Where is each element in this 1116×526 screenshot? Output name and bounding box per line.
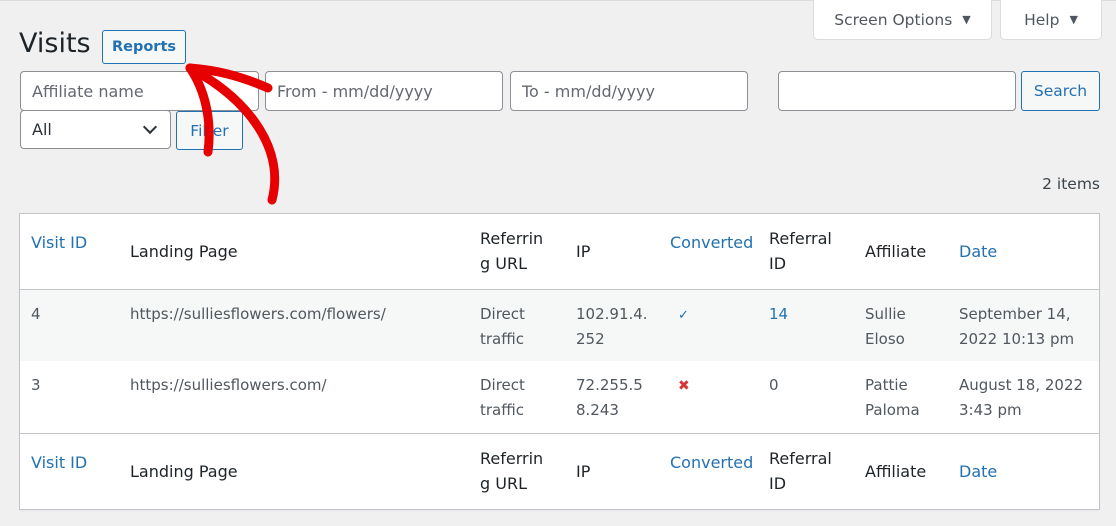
column-converted[interactable]: Converted	[670, 433, 769, 509]
visits-table: Visit ID Landing Page Referrin g URL IP C…	[19, 213, 1100, 510]
cross-icon: ✖	[678, 378, 690, 394]
column-ip: IP	[576, 461, 591, 481]
column-converted[interactable]: Converted	[670, 214, 769, 289]
column-referring-url: Referrin g URL	[480, 229, 544, 274]
column-affiliate: Affiliate	[865, 461, 927, 481]
caret-down-icon: ▼	[1069, 13, 1078, 26]
screen-options-button[interactable]: Screen Options ▼	[813, 0, 992, 40]
chevron-down-icon	[142, 119, 158, 134]
column-referral-id: Referral ID	[769, 449, 832, 494]
referral-id-link[interactable]: 14	[769, 305, 788, 323]
visit-id: 3	[31, 376, 41, 394]
column-referring-url: Referrin g URL	[480, 449, 544, 494]
referral-id[interactable]: 14	[769, 289, 865, 361]
column-ip: IP	[576, 241, 591, 261]
table-row: 4 https://sulliesflowers.com/flowers/ Di…	[20, 289, 1099, 361]
check-icon: ✓	[678, 307, 689, 323]
sort-converted-link[interactable]: Converted	[670, 453, 753, 472]
search-button[interactable]: Search	[1021, 71, 1100, 111]
affiliate-name-input[interactable]: Affiliate name	[20, 71, 259, 111]
landing-page: https://sulliesflowers.com/flowers/	[130, 304, 386, 323]
column-visit-id[interactable]: Visit ID	[20, 433, 130, 509]
visit-id: 4	[31, 304, 41, 323]
help-label: Help	[1024, 10, 1060, 29]
sort-visit-id-link[interactable]: Visit ID	[31, 233, 87, 252]
column-landing-page: Landing Page	[130, 241, 238, 261]
to-date-input[interactable]: To - mm/dd/yyyy	[510, 71, 748, 111]
table-footer-row: Visit ID Landing Page Referrin g URL IP C…	[20, 433, 1099, 509]
sort-converted-link[interactable]: Converted	[670, 233, 753, 252]
visit-date: September 14, 2022 10:13 pm	[959, 304, 1075, 348]
landing-page: https://sulliesflowers.com/	[130, 376, 327, 394]
converted-status: ✖	[670, 361, 769, 433]
column-affiliate: Affiliate	[865, 241, 927, 261]
page-title: Visits	[19, 28, 91, 59]
referring-url: Direct traffic	[480, 376, 525, 419]
sort-date-link[interactable]: Date	[959, 462, 997, 481]
help-button[interactable]: Help ▼	[1000, 0, 1102, 40]
table-row: 3 https://sulliesflowers.com/ Direct tra…	[20, 361, 1099, 433]
column-visit-id[interactable]: Visit ID	[20, 214, 130, 289]
visit-date: August 18, 2022 3:43 pm	[959, 376, 1084, 419]
affiliate-name: Sullie Eloso	[865, 304, 906, 348]
converted-status: ✓	[670, 289, 769, 361]
reports-button[interactable]: Reports	[102, 30, 186, 64]
column-date[interactable]: Date	[959, 214, 1099, 289]
sort-visit-id-link[interactable]: Visit ID	[31, 453, 87, 472]
items-count: 2 items	[1042, 175, 1100, 193]
affiliate-name: Pattie Paloma	[865, 376, 920, 419]
screen-options-label: Screen Options	[834, 10, 953, 29]
status-select[interactable]: All	[20, 110, 171, 149]
ip-address: 72.255.58.243	[576, 376, 643, 419]
referral-id: 0	[769, 376, 779, 394]
caret-down-icon: ▼	[962, 13, 971, 26]
sort-date-link[interactable]: Date	[959, 242, 997, 261]
column-landing-page: Landing Page	[130, 461, 238, 481]
status-select-value: All	[32, 120, 52, 139]
ip-address: 102.91.4.252	[576, 304, 648, 348]
table-header-row: Visit ID Landing Page Referrin g URL IP C…	[20, 214, 1099, 289]
referring-url: Direct traffic	[480, 304, 525, 348]
column-referral-id: Referral ID	[769, 229, 832, 274]
filter-button[interactable]: Filter	[176, 111, 243, 150]
search-input[interactable]	[778, 71, 1016, 111]
column-date[interactable]: Date	[959, 433, 1099, 509]
from-date-input[interactable]: From - mm/dd/yyyy	[265, 71, 503, 111]
